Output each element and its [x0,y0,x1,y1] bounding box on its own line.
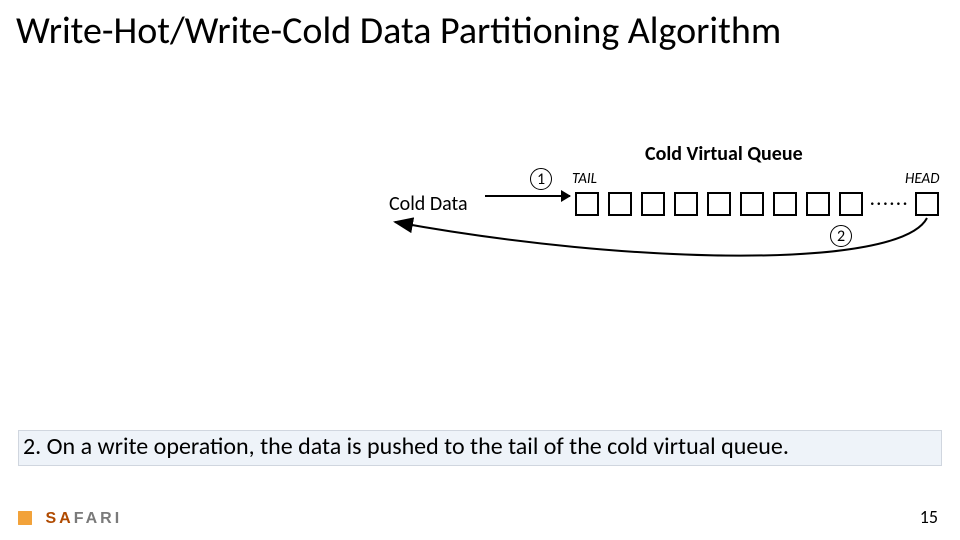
step-badge-2: 2 [830,225,852,247]
queue-title: Cold Virtual Queue [645,142,803,166]
logo: SAFARI [18,510,122,528]
cold-data-label: Cold Data [389,192,468,216]
arrow-into-tail-icon [485,195,570,197]
queue-cell [773,192,797,216]
head-label: HEAD [905,170,939,188]
queue-ellipsis: ······ [870,192,909,214]
tail-label: TAIL [572,170,597,188]
queue-cell [575,192,599,216]
queue-cell [641,192,665,216]
queue-cell [740,192,764,216]
page-number: 15 [920,506,938,528]
queue-cell [806,192,830,216]
queue-cell [839,192,863,216]
step-badge-1: 1 [530,168,552,190]
queue-cell [608,192,632,216]
logo-part-b: FARI [74,510,122,527]
queue-cell [674,192,698,216]
queue-cell [707,192,731,216]
logo-part-a: SA [45,510,73,527]
step-text: 2. On a write operation, the data is pus… [23,432,789,461]
queue-cell [915,192,939,216]
